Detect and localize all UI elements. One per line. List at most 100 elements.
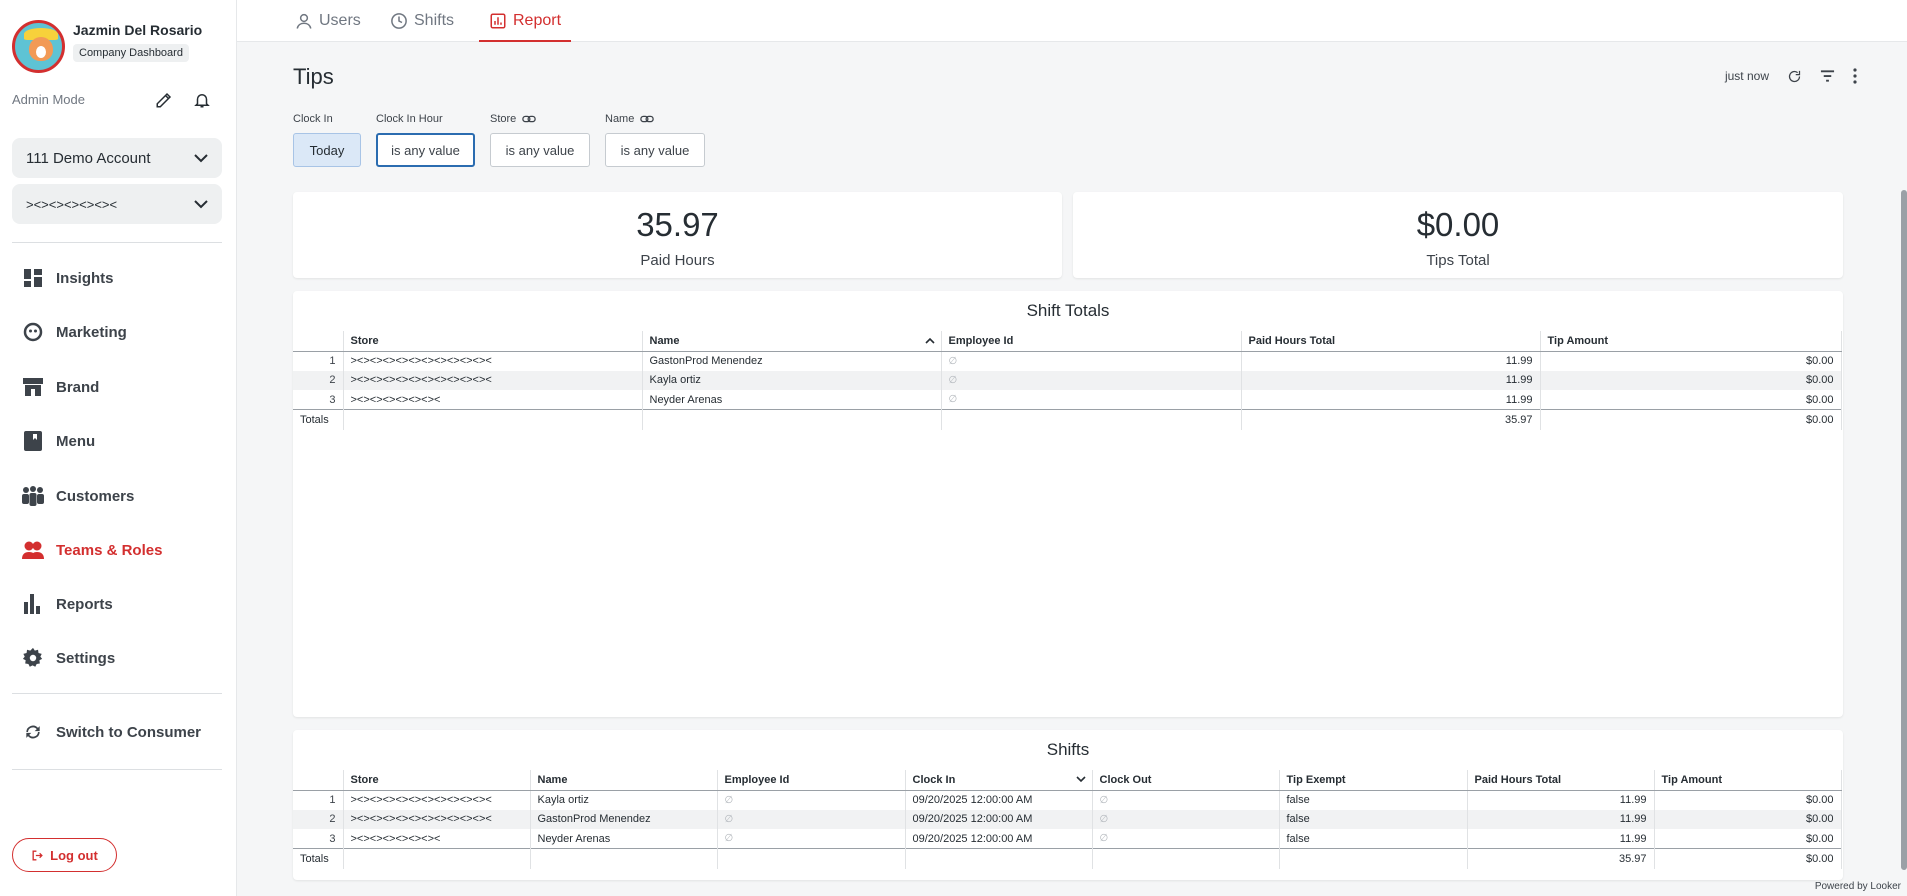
- filter-clock-in: Clock In Today: [293, 112, 361, 167]
- nav-label: Marketing: [56, 323, 127, 341]
- filter-store-button[interactable]: is any value: [490, 133, 590, 167]
- cell-name: GastonProd Menendez: [642, 351, 942, 371]
- filter-clock-in-hour-button[interactable]: is any value: [376, 133, 475, 167]
- powered-by-looker: Powered by Looker: [1814, 881, 1901, 892]
- nav-item-menu[interactable]: Menu: [22, 426, 95, 456]
- pencil-icon[interactable]: [154, 90, 174, 110]
- nav-item-insights[interactable]: Insights: [22, 263, 114, 293]
- totals-cell: [941, 409, 1242, 430]
- tab-label: Report: [513, 12, 562, 29]
- totals-label: Totals: [293, 409, 344, 430]
- cell-employee-id: ∅: [941, 370, 1242, 390]
- tab-report[interactable]: Report: [478, 0, 572, 42]
- company-chip: Company Dashboard: [73, 44, 189, 62]
- nav-label: Insights: [56, 269, 114, 287]
- column-header[interactable]: Tip Amount: [1540, 331, 1842, 352]
- column-header[interactable]: Clock Out: [1092, 770, 1280, 791]
- column-header[interactable]: Paid Hours Total: [1467, 770, 1655, 791]
- column-header[interactable]: Tip Exempt: [1279, 770, 1468, 791]
- column-header: [293, 331, 344, 352]
- nav-item-teams-roles[interactable]: Teams & Roles: [22, 535, 162, 565]
- cell-paid-hours: 11.99: [1467, 809, 1655, 829]
- chevron-down-icon: [194, 150, 208, 167]
- user-name: Jazmin Del Rosario: [73, 22, 203, 38]
- nav-item-reports[interactable]: Reports: [22, 589, 113, 619]
- profile[interactable]: Jazmin Del Rosario Company Dashboard: [12, 20, 202, 73]
- filter-name-button[interactable]: is any value: [605, 133, 705, 167]
- table-header-row: Store Name Employee Id Clock In Clock Ou…: [293, 770, 1842, 791]
- shifts-tile: Shifts Store Name Employee Id Clock In C…: [293, 730, 1843, 880]
- tab-shifts[interactable]: Shifts: [390, 0, 454, 42]
- people-icon: [22, 485, 44, 507]
- tab-label: Shifts: [414, 12, 455, 29]
- totals-row: Totals 35.97 $0.00: [293, 848, 1842, 869]
- nav-label: Settings: [56, 649, 116, 667]
- cell-tip-amount: $0.00: [1540, 390, 1842, 410]
- cell-tip-amount: $0.00: [1654, 829, 1842, 849]
- link-icon: [522, 115, 537, 123]
- column-header[interactable]: Clock In: [905, 770, 1093, 791]
- table-row: 3 ><><><><><><>< Neyder Arenas ∅ 11.99 $…: [293, 390, 1842, 410]
- grid-icon: [22, 267, 44, 289]
- cell-paid-hours: 11.99: [1241, 370, 1541, 390]
- divider: [12, 242, 222, 243]
- shift-totals-tile: Shift Totals Store Name Employee Id Paid…: [293, 291, 1843, 717]
- megaphone-icon: [22, 321, 44, 343]
- top-tabs: Users Shifts Report: [237, 0, 1907, 42]
- tab-users[interactable]: Users: [295, 0, 361, 42]
- refresh-icon[interactable]: [1787, 69, 1802, 84]
- column-header[interactable]: Employee Id: [941, 331, 1242, 352]
- cell-tip-exempt: false: [1279, 790, 1468, 810]
- nav-item-brand[interactable]: Brand: [22, 372, 99, 402]
- logout-label: Log out: [50, 847, 98, 863]
- account-select[interactable]: 111 Demo Account: [12, 138, 222, 178]
- column-header[interactable]: Name: [642, 331, 942, 352]
- cell-employee-id: ∅: [717, 829, 906, 849]
- gear-icon: [22, 647, 44, 669]
- filter-icon[interactable]: [1820, 70, 1835, 82]
- table-header-row: Store Name Employee Id Paid Hours Total …: [293, 331, 1842, 352]
- more-vert-icon[interactable]: [1853, 68, 1857, 84]
- logout-button[interactable]: Log out: [12, 838, 117, 872]
- shifts-table: Store Name Employee Id Clock In Clock Ou…: [293, 770, 1842, 869]
- totals-cell: [717, 848, 906, 869]
- sort-descending-icon: [1075, 774, 1086, 786]
- cell-clock-in: 09/20/2025 12:00:00 AM: [905, 829, 1093, 849]
- column-header[interactable]: Name: [530, 770, 718, 791]
- row-index: 2: [293, 370, 344, 390]
- dashboard-title: Tips: [293, 64, 334, 89]
- cell-store: ><><><><><><><: [343, 390, 643, 410]
- nav-label: Customers: [56, 487, 135, 505]
- filter-label-text: Store: [490, 113, 517, 125]
- team-icon: [22, 539, 44, 561]
- logout-icon: [31, 849, 44, 862]
- table-row: 3 ><><><><><><>< Neyder Arenas ∅ 09/20/2…: [293, 829, 1842, 849]
- cell-name: Neyder Arenas: [530, 829, 718, 849]
- row-index: 3: [293, 390, 344, 410]
- nav-item-marketing[interactable]: Marketing: [22, 317, 127, 347]
- sort-ascending-icon: [924, 335, 935, 347]
- cell-tip-amount: $0.00: [1654, 809, 1842, 829]
- nav-item-settings[interactable]: Settings: [22, 643, 115, 673]
- filter-clock-in-button[interactable]: Today: [293, 133, 361, 167]
- nav-label: Teams & Roles: [56, 541, 163, 559]
- cell-store: ><><><><><><><><><><><: [343, 370, 643, 390]
- cell-employee-id: ∅: [941, 351, 1242, 371]
- column-header[interactable]: Paid Hours Total: [1241, 331, 1541, 352]
- location-select[interactable]: ><><><><><><: [12, 184, 222, 224]
- filter-store: Store is any value: [490, 112, 590, 167]
- scrollbar[interactable]: [1901, 190, 1907, 870]
- user-icon: [295, 12, 313, 30]
- totals-paid-hours: 35.97: [1241, 409, 1541, 430]
- column-header[interactable]: Store: [343, 770, 531, 791]
- column-header[interactable]: Employee Id: [717, 770, 906, 791]
- bell-icon[interactable]: [192, 90, 212, 110]
- cell-employee-id: ∅: [717, 790, 906, 810]
- column-header[interactable]: Store: [343, 331, 643, 352]
- cell-name: Kayla ortiz: [530, 790, 718, 810]
- cell-name: Kayla ortiz: [642, 370, 942, 390]
- column-header: [293, 770, 344, 791]
- switch-to-consumer[interactable]: Switch to Consumer: [22, 717, 201, 747]
- column-header[interactable]: Tip Amount: [1654, 770, 1842, 791]
- nav-item-customers[interactable]: Customers: [22, 481, 134, 511]
